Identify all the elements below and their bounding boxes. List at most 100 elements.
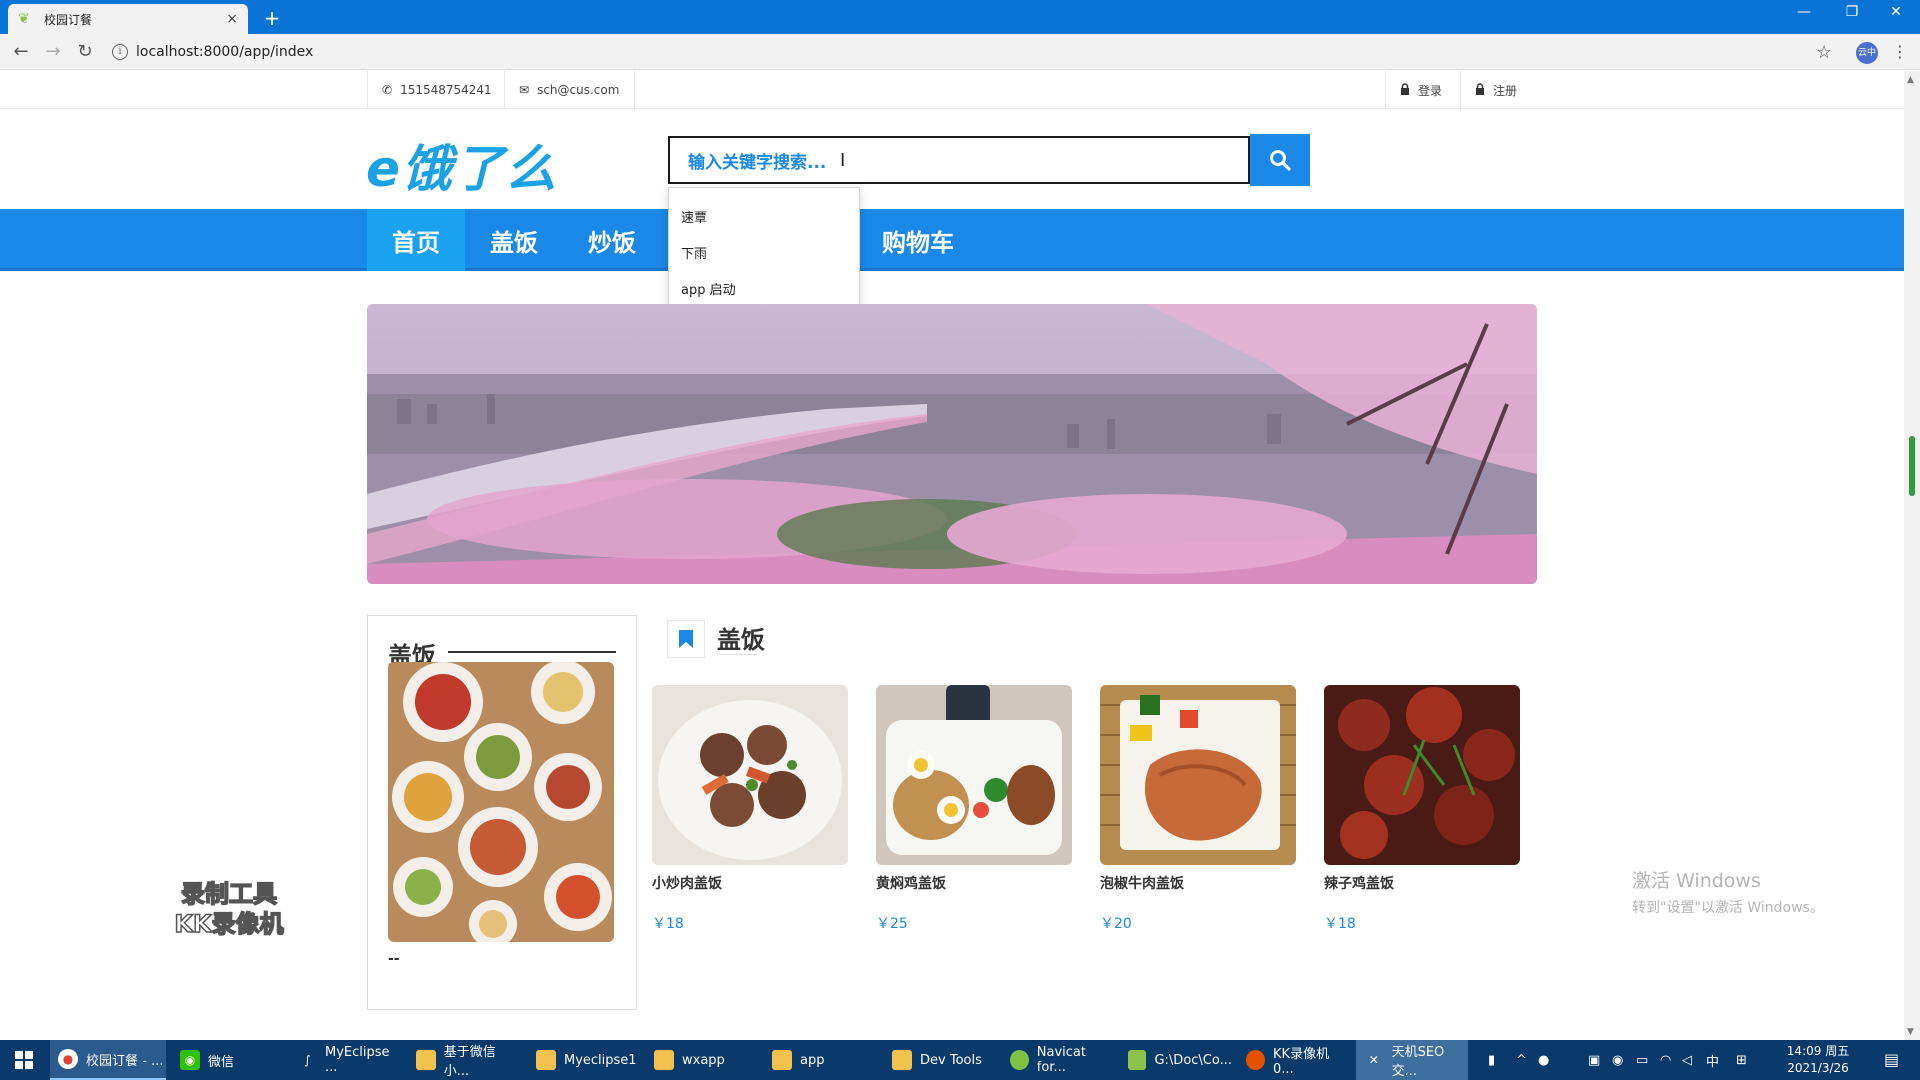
tray-app-icon[interactable]: ● bbox=[1538, 1040, 1549, 1080]
tools-icon: ✕ bbox=[1368, 1053, 1379, 1067]
taskbar-label: 校园订餐 - ... bbox=[86, 1053, 164, 1069]
taskbar-item-folder[interactable]: app bbox=[764, 1040, 876, 1080]
folder-icon bbox=[416, 1050, 436, 1070]
restore-icon[interactable]: ❐ bbox=[1832, 4, 1872, 20]
taskbar-item-folder[interactable]: 基于微信小... bbox=[408, 1040, 520, 1080]
taskbar-item-seo[interactable]: ✕ 天机SEO交... bbox=[1356, 1040, 1468, 1080]
document-icon bbox=[1128, 1050, 1147, 1070]
site-logo[interactable]: e饿了么 bbox=[366, 129, 558, 201]
windows-logo-icon bbox=[15, 1051, 33, 1069]
tray-volume-muted-icon[interactable]: ◁ bbox=[1682, 1040, 1692, 1080]
product-image[interactable] bbox=[652, 685, 848, 865]
menu-kebab-icon[interactable]: ⋮ bbox=[1892, 42, 1908, 61]
login-label: 登录 bbox=[1418, 83, 1443, 98]
search-button[interactable] bbox=[1250, 134, 1310, 186]
suggestion-item[interactable]: 速覃 bbox=[669, 198, 859, 234]
taskbar-item-explorer[interactable]: G:\Doc\Co... bbox=[1120, 1040, 1232, 1080]
taskbar-clock[interactable]: 14:09 周五 2021/3/26 bbox=[1778, 1043, 1858, 1077]
folder-icon bbox=[536, 1050, 556, 1070]
notification-center-icon[interactable]: ▤ bbox=[1884, 1050, 1899, 1069]
taskbar-item-kk-recorder[interactable]: KK录像机 0... bbox=[1238, 1040, 1350, 1080]
clock-time: 14:09 周五 bbox=[1786, 1044, 1850, 1058]
minimize-icon[interactable]: — bbox=[1784, 4, 1824, 20]
tray-green-icon[interactable]: ▣ bbox=[1588, 1040, 1600, 1080]
taskbar-item-chrome[interactable]: ● 校园订餐 - ... bbox=[50, 1040, 166, 1080]
product-card[interactable]: 黄焖鸡盖饭 ￥25 bbox=[876, 685, 1072, 933]
activation-title: 激活 Windows bbox=[1632, 870, 1761, 892]
reload-icon[interactable]: ↻ bbox=[74, 42, 96, 64]
windows-activation-notice: 激活 Windows 转到"设置"以激活 Windows。 bbox=[1632, 866, 1824, 917]
product-name[interactable]: 泡椒牛肉盖饭 bbox=[1100, 873, 1296, 893]
scroll-thumb[interactable] bbox=[1909, 436, 1915, 496]
browser-titlebar: ❦ 校园订餐 × + — ❐ ✕ bbox=[0, 0, 1920, 34]
product-card[interactable]: 辣子鸡盖饭 ￥18 bbox=[1324, 685, 1520, 933]
tray-wifi-icon[interactable]: ◠ bbox=[1660, 1040, 1671, 1080]
taskbar-item-wechat[interactable]: ◉ 微信 bbox=[172, 1040, 284, 1080]
windows-start-button[interactable] bbox=[0, 1040, 48, 1080]
tray-chevron-up-icon[interactable]: ^ bbox=[1516, 1040, 1527, 1080]
text-cursor-icon: I bbox=[840, 150, 846, 171]
forward-arrow-icon[interactable]: → bbox=[42, 42, 64, 64]
scroll-down-icon[interactable]: ▼ bbox=[1907, 1027, 1914, 1037]
product-name[interactable]: 小炒肉盖饭 bbox=[652, 873, 848, 893]
nav-item-cart[interactable]: 购物车 bbox=[868, 209, 968, 271]
product-price: ￥18 bbox=[652, 916, 684, 932]
section-title: 盖饭 bbox=[717, 626, 765, 654]
new-tab-button[interactable]: + bbox=[260, 6, 284, 30]
browser-tab[interactable]: ❦ 校园订餐 × bbox=[8, 4, 248, 34]
section-underline bbox=[717, 654, 757, 655]
bookmark-icon bbox=[667, 620, 705, 658]
scroll-up-icon[interactable]: ▲ bbox=[1907, 75, 1914, 85]
taskbar-label: Dev Tools bbox=[920, 1052, 982, 1068]
search-input[interactable]: 输入关键字搜索... I bbox=[668, 136, 1250, 184]
wechat-icon: ◉ bbox=[180, 1050, 200, 1070]
close-icon[interactable]: ✕ bbox=[1876, 4, 1916, 20]
product-name[interactable]: 黄焖鸡盖饭 bbox=[876, 873, 1072, 893]
login-link[interactable]: 登录 bbox=[1385, 71, 1456, 109]
address-bar: ← → ↻ i localhost:8000/app/index ☆ 云中 ⋮ bbox=[0, 34, 1920, 70]
recorder-line2: KK录像机 bbox=[174, 909, 285, 939]
taskbar-item-folder[interactable]: Myeclipse1 bbox=[528, 1040, 640, 1080]
web-page: ✆ 151548754241 ✉ sch@cus.com 登录 注册 e饿了么 … bbox=[0, 71, 1904, 1041]
profile-avatar[interactable]: 云中 bbox=[1856, 42, 1878, 64]
taskbar-item-folder[interactable]: wxapp bbox=[646, 1040, 758, 1080]
product-price: ￥20 bbox=[1100, 916, 1132, 932]
url-field[interactable]: i localhost:8000/app/index bbox=[112, 39, 1852, 65]
nav-item-chaofan[interactable]: 炒饭 bbox=[563, 209, 661, 271]
recorder-watermark: 录制工具 KK录像机 bbox=[160, 879, 298, 939]
back-arrow-icon[interactable]: ← bbox=[10, 42, 32, 64]
envelope-icon: ✉ bbox=[519, 83, 530, 97]
product-image[interactable] bbox=[876, 685, 1072, 865]
sidebox-food-image[interactable] bbox=[388, 662, 614, 942]
product-image[interactable] bbox=[1100, 685, 1296, 865]
tray-ime-indicator[interactable]: 中 bbox=[1706, 1040, 1719, 1080]
bookmark-star-icon[interactable]: ☆ bbox=[1816, 42, 1832, 63]
folder-icon bbox=[772, 1050, 792, 1070]
product-card[interactable]: 小炒肉盖饭 ￥18 bbox=[652, 685, 848, 933]
nav-item-home[interactable]: 首页 bbox=[367, 209, 465, 271]
taskbar-label: app bbox=[800, 1052, 825, 1068]
email-address: sch@cus.com bbox=[537, 83, 620, 97]
lock-icon bbox=[1475, 82, 1485, 98]
page-scrollbar[interactable]: ▲ ▼ bbox=[1904, 71, 1920, 1041]
tray-wechat-icon[interactable]: ◉ bbox=[1612, 1040, 1623, 1080]
product-name[interactable]: 辣子鸡盖饭 bbox=[1324, 873, 1520, 893]
tray-battery-icon[interactable]: ▮ bbox=[1488, 1040, 1495, 1080]
chrome-icon: ● bbox=[58, 1049, 78, 1069]
suggestion-item[interactable]: app 启动 bbox=[669, 270, 859, 306]
register-link[interactable]: 注册 bbox=[1460, 71, 1531, 109]
tab-close-icon[interactable]: × bbox=[226, 11, 238, 27]
taskbar-label: Myeclipse1 bbox=[564, 1052, 637, 1068]
suggestion-item[interactable]: 下雨 bbox=[669, 234, 859, 270]
product-image[interactable] bbox=[1324, 685, 1520, 865]
product-card[interactable]: 泡椒牛肉盖饭 ￥20 bbox=[1100, 685, 1296, 933]
taskbar-item-folder[interactable]: Dev Tools bbox=[884, 1040, 996, 1080]
taskbar-item-myeclipse[interactable]: ∫ MyEclipse ... bbox=[290, 1040, 402, 1080]
tray-network-icon[interactable]: ▭ bbox=[1636, 1040, 1648, 1080]
taskbar-item-navicat[interactable]: Navicat for... bbox=[1002, 1040, 1114, 1080]
nav-item-gaifan[interactable]: 盖饭 bbox=[465, 209, 563, 271]
search-icon bbox=[1270, 150, 1291, 171]
site-info-icon[interactable]: i bbox=[112, 44, 128, 60]
tray-keyboard-icon[interactable]: ⊞ bbox=[1736, 1040, 1747, 1080]
taskbar-label: wxapp bbox=[682, 1052, 725, 1068]
